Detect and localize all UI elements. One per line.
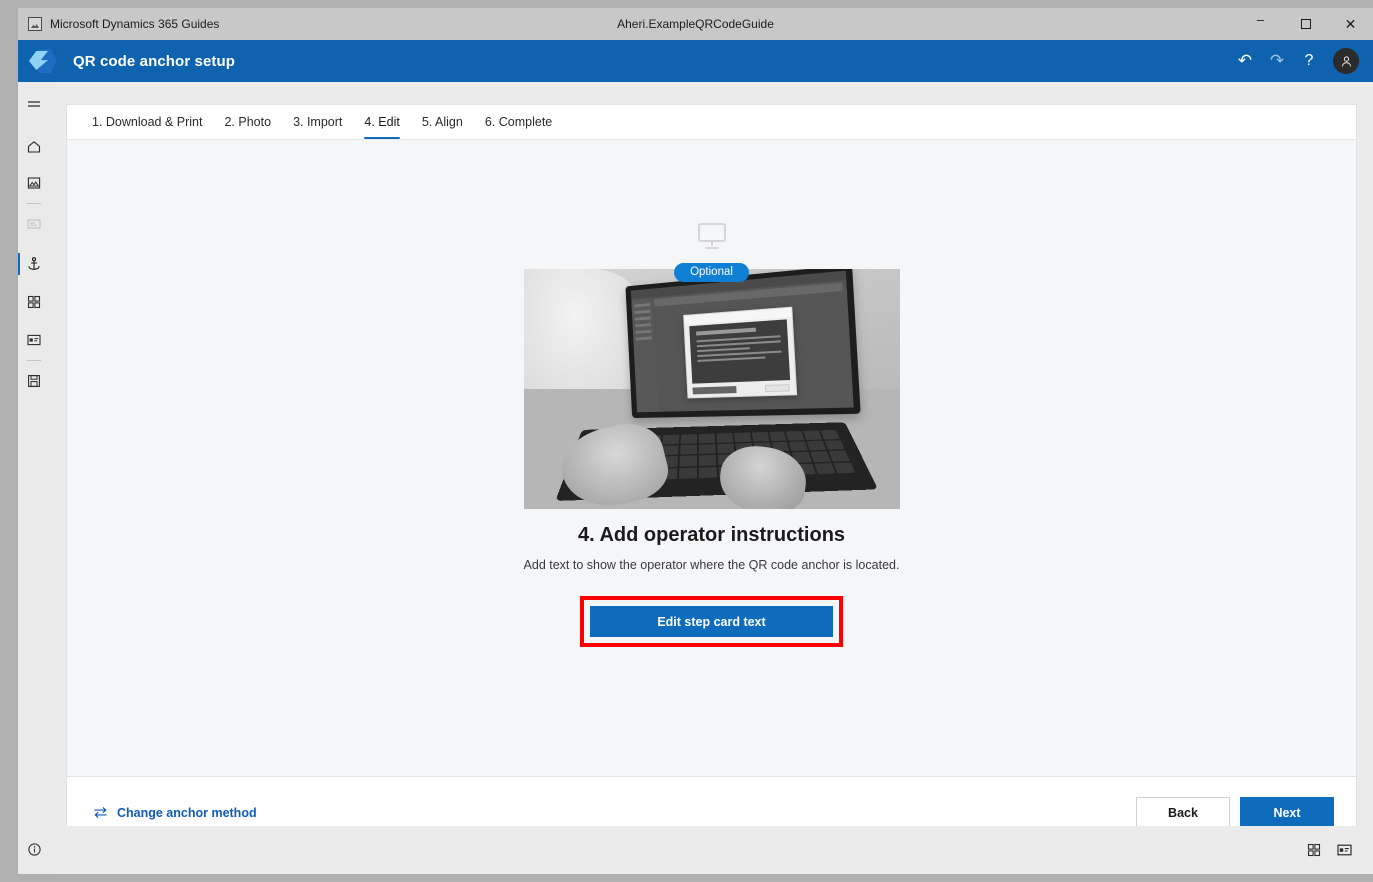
undo-icon[interactable]: ↶ xyxy=(1230,46,1260,76)
window-title-bar: Microsoft Dynamics 365 Guides Aheri.Exam… xyxy=(18,8,1373,40)
application-window: Microsoft Dynamics 365 Guides Aheri.Exam… xyxy=(0,0,1373,882)
swap-arrows-icon xyxy=(94,807,107,818)
sidebar-item-grid[interactable] xyxy=(18,287,50,317)
sidebar-item-info[interactable] xyxy=(18,832,50,866)
sidebar-item-save[interactable] xyxy=(18,366,50,396)
sidebar-divider xyxy=(27,203,41,204)
maximize-icon xyxy=(1300,19,1311,29)
document-title: Aheri.ExampleQRCodeGuide xyxy=(617,17,774,31)
redo-icon[interactable]: ↷ xyxy=(1262,46,1292,76)
optional-badge: Optional xyxy=(674,263,749,282)
sidebar-divider-2 xyxy=(27,360,41,361)
tab-align[interactable]: 5. Align xyxy=(411,105,474,139)
minimize-button[interactable]: – xyxy=(1238,8,1283,40)
sidebar-item-step-card[interactable] xyxy=(18,209,50,239)
header-actions: ↶ ↷ ? xyxy=(1230,46,1359,76)
app-icon xyxy=(28,17,42,31)
app-header: QR code anchor setup ↶ ↷ ? xyxy=(18,40,1373,82)
tab-photo[interactable]: 2. Photo xyxy=(213,105,282,139)
wizard-tabstrip: 1. Download & Print 2. Photo 3. Import 4… xyxy=(67,105,1356,140)
wizard-panel: 1. Download & Print 2. Photo 3. Import 4… xyxy=(66,104,1357,849)
page-title: QR code anchor setup xyxy=(73,52,236,70)
sidebar-item-panel[interactable] xyxy=(18,325,50,355)
sidebar-item-home[interactable] xyxy=(18,132,50,162)
next-button[interactable]: Next xyxy=(1240,796,1334,829)
edit-step-card-text-button[interactable]: Edit step card text xyxy=(590,606,833,638)
edit-step-card-highlight: Edit step card text xyxy=(580,596,843,648)
card-view-icon xyxy=(1337,844,1352,856)
image-icon xyxy=(27,177,41,189)
tab-complete[interactable]: 6. Complete xyxy=(474,105,563,139)
sidebar-item-menu[interactable] xyxy=(18,90,50,120)
status-bar xyxy=(50,826,1373,874)
info-icon xyxy=(27,842,41,856)
monitor-icon xyxy=(695,222,729,257)
hero-image xyxy=(523,269,900,509)
guides-logo-icon xyxy=(29,48,59,74)
change-anchor-method-label: Change anchor method xyxy=(117,805,257,820)
change-anchor-method-link[interactable]: Change anchor method xyxy=(93,806,257,820)
back-button[interactable]: Back xyxy=(1136,796,1230,829)
tab-download-print[interactable]: 1. Download & Print xyxy=(81,105,213,139)
home-icon xyxy=(27,141,41,153)
app-name-label: Microsoft Dynamics 365 Guides xyxy=(50,17,220,31)
sidebar-item-anchor[interactable] xyxy=(18,249,50,279)
hero-image-wrap xyxy=(523,269,900,509)
maximize-button[interactable] xyxy=(1283,8,1328,40)
grid-icon xyxy=(27,295,41,309)
footer-buttons: Back Next xyxy=(1136,796,1334,829)
avatar[interactable] xyxy=(1333,48,1359,74)
card-view-button[interactable] xyxy=(1336,842,1353,858)
work-area: 1. Download & Print 2. Photo 3. Import 4… xyxy=(50,82,1373,874)
sidebar-item-media[interactable] xyxy=(18,168,50,198)
tab-edit[interactable]: 4. Edit xyxy=(353,105,410,139)
grid-view-icon xyxy=(1307,843,1321,857)
window-controls: – ✕ xyxy=(1238,8,1373,40)
wizard-body: Optional 4. Add operator instructions Ad… xyxy=(67,140,1356,776)
step-title: 4. Add operator instructions xyxy=(577,524,846,546)
card-icon xyxy=(27,219,41,229)
help-icon[interactable]: ? xyxy=(1294,46,1324,76)
hamburger-menu-icon xyxy=(28,101,40,107)
tab-import[interactable]: 3. Import xyxy=(282,105,353,139)
save-icon xyxy=(28,375,40,387)
anchor-icon xyxy=(28,257,40,270)
panel-icon xyxy=(27,334,41,346)
step-description: Add text to show the operator where the … xyxy=(523,558,900,572)
close-icon: ✕ xyxy=(1344,15,1357,32)
person-icon xyxy=(1341,55,1351,66)
close-button[interactable]: ✕ xyxy=(1328,8,1373,40)
sidebar-rail xyxy=(18,82,50,874)
grid-view-button[interactable] xyxy=(1306,842,1322,858)
